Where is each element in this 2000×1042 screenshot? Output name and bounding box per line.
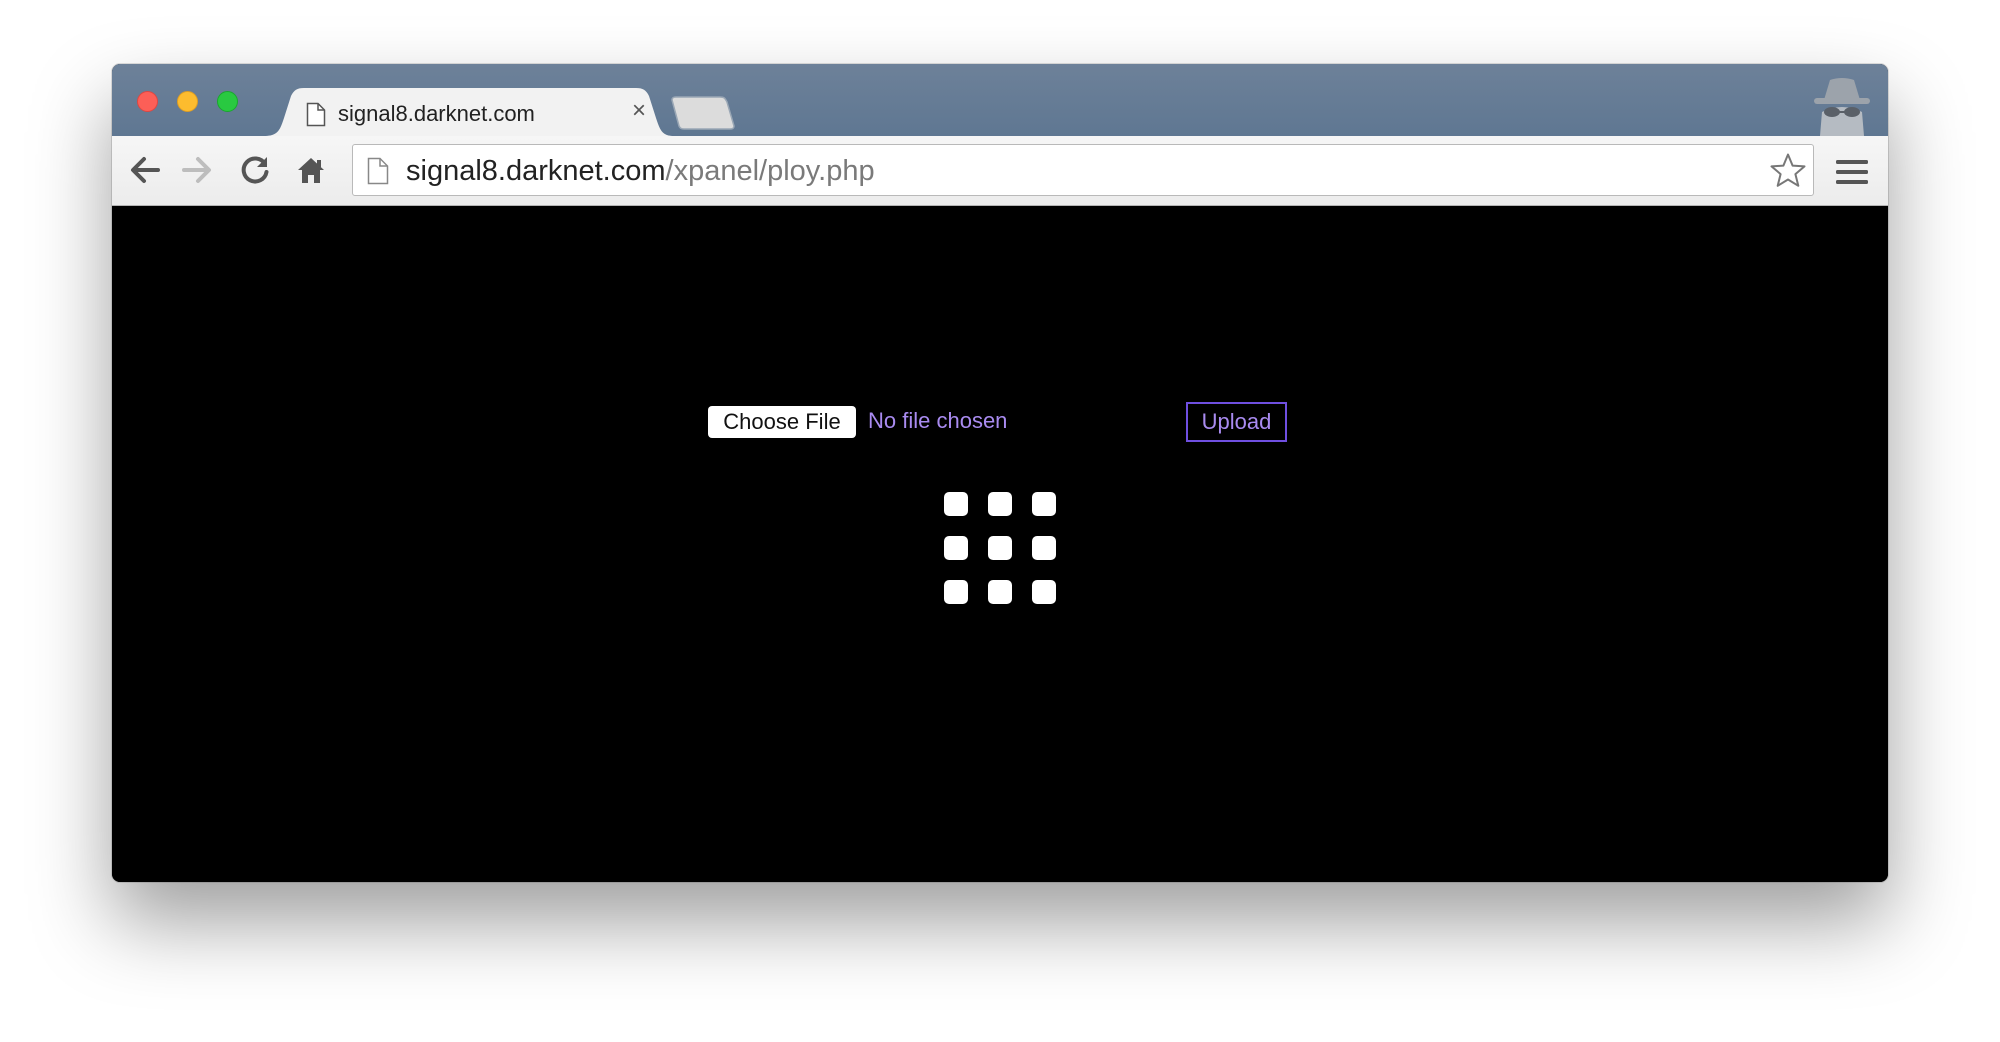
choose-file-button[interactable]: Choose File	[708, 406, 856, 438]
loader-square	[988, 492, 1012, 516]
active-tab[interactable]: signal8.darknet.com ×	[264, 88, 674, 136]
loader-square	[1032, 492, 1056, 516]
hamburger-menu-icon[interactable]	[1836, 160, 1868, 189]
loader-square	[944, 492, 968, 516]
tab-title: signal8.darknet.com	[338, 101, 535, 126]
home-icon[interactable]	[296, 155, 326, 190]
loader-square	[1032, 580, 1056, 604]
reload-icon[interactable]	[240, 155, 270, 190]
title-bar: signal8.darknet.com ×	[112, 64, 1888, 136]
url-path: /xpanel/ploy.php	[665, 155, 875, 187]
loader-square	[988, 536, 1012, 560]
new-tab-button[interactable]	[670, 96, 736, 135]
page-icon	[306, 102, 326, 132]
page-content: Choose File No file chosen Upload	[112, 206, 1888, 882]
loader-square	[988, 580, 1012, 604]
address-bar[interactable]: signal8.darknet.com/xpanel/ploy.php	[352, 144, 1814, 196]
loader-square	[944, 536, 968, 560]
loader-square	[1032, 536, 1056, 560]
url-host: signal8.darknet.com	[406, 155, 666, 187]
loading-grid-icon	[944, 492, 1062, 610]
browser-window: signal8.darknet.com × signal8.darknet.co…	[112, 64, 1888, 882]
back-arrow-icon[interactable]	[128, 155, 160, 190]
upload-button[interactable]: Upload	[1186, 402, 1287, 442]
loader-square	[944, 580, 968, 604]
browser-toolbar: signal8.darknet.com/xpanel/ploy.php	[112, 136, 1888, 206]
zoom-window-button[interactable]	[217, 91, 238, 112]
forward-arrow-icon[interactable]	[182, 155, 214, 190]
page-icon	[367, 157, 389, 190]
file-status-text: No file chosen	[868, 408, 1008, 433]
url-text[interactable]: signal8.darknet.com/xpanel/ploy.php	[406, 155, 875, 188]
incognito-icon	[1808, 76, 1876, 141]
minimize-window-button[interactable]	[177, 91, 198, 112]
star-icon[interactable]	[1769, 152, 1807, 195]
close-tab-icon[interactable]: ×	[632, 99, 646, 123]
close-window-button[interactable]	[137, 91, 158, 112]
